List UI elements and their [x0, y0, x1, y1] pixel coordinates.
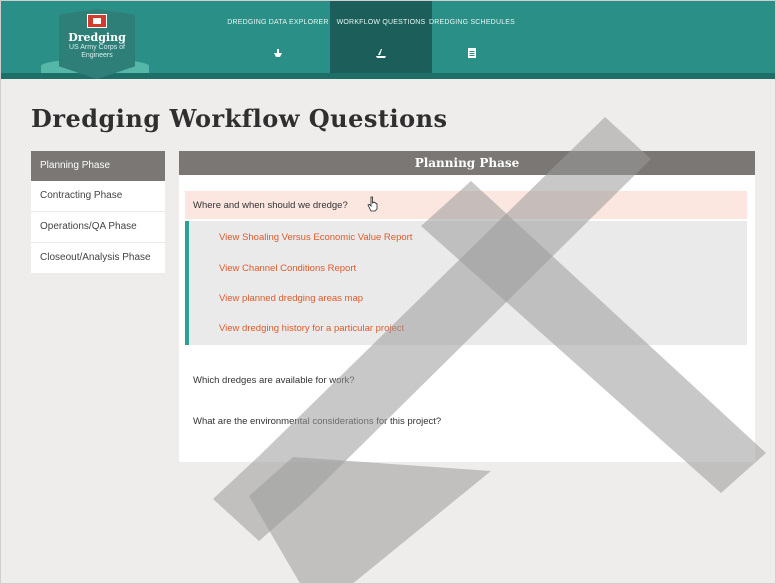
question-item[interactable]: Which dredges are available for work? [193, 375, 355, 386]
nav-label: DREDGING DATA EXPLORER [227, 19, 329, 26]
question-item[interactable]: Where and when should we dredge? [185, 191, 747, 219]
nav-label: DREDGING SCHEDULES [428, 19, 516, 26]
nav-dredging-schedules[interactable]: DREDGING SCHEDULES [421, 1, 523, 73]
questions-panel: Planning Phase Where and when should we … [179, 151, 755, 462]
clipboard-icon [466, 47, 478, 59]
logo-subtitle: US Army Corps of Engineers [68, 44, 125, 59]
link-shoaling-report[interactable]: View Shoaling Versus Economic Value Repo… [219, 232, 412, 243]
sidebar-item-planning[interactable]: Planning Phase [31, 151, 165, 181]
top-header: Dredging US Army Corps of Engineers DRED… [1, 1, 775, 79]
nav-data-explorer[interactable]: DREDGING DATA EXPLORER [227, 1, 329, 73]
panel-heading: Planning Phase [179, 151, 755, 175]
logo[interactable]: Dredging US Army Corps of Engineers [59, 9, 135, 79]
answer-links: View Shoaling Versus Economic Value Repo… [185, 221, 747, 345]
app-frame: Dredging US Army Corps of Engineers DRED… [0, 0, 776, 584]
sidebar-item-operations[interactable]: Operations/QA Phase [31, 212, 165, 243]
phase-sidebar: Planning Phase Contracting Phase Operati… [31, 151, 165, 274]
logo-title: Dredging [68, 31, 126, 44]
sidebar-item-closeout[interactable]: Closeout/Analysis Phase [31, 243, 165, 274]
page-title: Dredging Workflow Questions [31, 104, 448, 133]
link-planned-areas-map[interactable]: View planned dredging areas map [219, 293, 363, 304]
question-item[interactable]: What are the environmental consideration… [193, 416, 441, 427]
boat-icon [272, 47, 284, 59]
castle-icon [87, 14, 107, 28]
link-channel-conditions[interactable]: View Channel Conditions Report [219, 263, 356, 274]
sidebar-item-contracting[interactable]: Contracting Phase [31, 181, 165, 212]
dredge-icon [375, 47, 387, 59]
nav-label: WORKFLOW QUESTIONS [336, 19, 426, 26]
hand-cursor-icon [367, 196, 379, 214]
link-dredging-history[interactable]: View dredging history for a particular p… [219, 323, 404, 334]
question-text: Where and when should we dredge? [193, 200, 348, 211]
nav-workflow-questions[interactable]: WORKFLOW QUESTIONS [330, 1, 432, 73]
